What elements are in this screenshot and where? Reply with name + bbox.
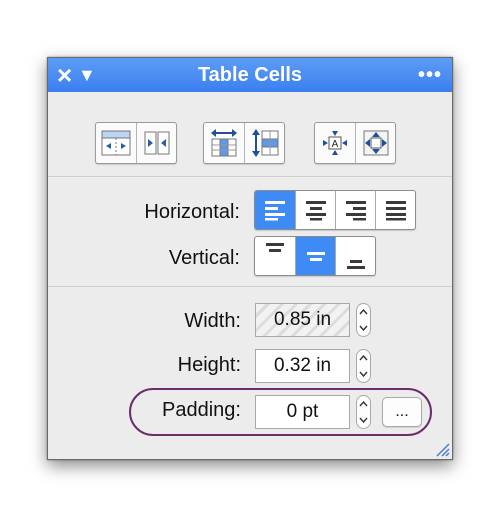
align-bottom-button[interactable] [335, 237, 375, 275]
title-bar: × ▼ Table Cells ••• [48, 58, 452, 92]
more-options-button[interactable]: ••• [418, 58, 442, 92]
fit-to-cell-button[interactable] [355, 123, 395, 163]
panel-title: Table Cells [197, 64, 303, 86]
merge-columns-button[interactable] [136, 123, 176, 163]
height-stepper[interactable] [356, 349, 371, 383]
align-top-button[interactable] [255, 237, 295, 275]
distribute-rows-icon [251, 129, 278, 157]
align-bottom-icon [346, 260, 365, 269]
insert-column-button[interactable] [96, 123, 136, 163]
toolbar-group-fit: A [314, 122, 396, 164]
merge-columns-icon [144, 131, 169, 155]
chevron-down-icon [359, 325, 368, 331]
insert-column-icon [101, 130, 131, 156]
justify-icon [385, 201, 406, 221]
distribute-columns-icon [211, 129, 237, 157]
chevron-down-icon [359, 371, 368, 377]
distribute-columns-button[interactable] [204, 123, 244, 163]
horizontal-alignment-control [254, 190, 416, 230]
fit-to-cell-icon [363, 130, 388, 156]
chevron-up-icon [359, 309, 368, 315]
fit-to-content-icon: A [323, 131, 347, 155]
toolbar-group-distribute [203, 122, 285, 164]
divider [48, 176, 452, 177]
align-middle-icon [306, 252, 325, 261]
align-center-button[interactable] [295, 191, 335, 229]
more-icon: ••• [417, 63, 442, 86]
align-left-button[interactable] [255, 191, 295, 229]
height-field[interactable]: 0.32 in [255, 349, 350, 383]
align-right-icon [345, 201, 366, 221]
height-label: Height: [177, 354, 241, 376]
vertical-label: Vertical: [168, 247, 240, 269]
width-stepper[interactable] [356, 303, 371, 337]
align-left-icon [265, 201, 285, 221]
distribute-rows-button[interactable] [244, 123, 284, 163]
vertical-alignment-control [254, 236, 376, 276]
divider [48, 286, 452, 287]
resize-handle-icon[interactable] [434, 441, 450, 457]
fit-to-content-button[interactable]: A [315, 123, 355, 163]
svg-text:A: A [332, 139, 339, 150]
align-top-icon [266, 243, 284, 252]
toolbar-group-insert [95, 122, 177, 164]
width-field[interactable]: 0.85 in [255, 303, 350, 337]
horizontal-label: Horizontal: [144, 201, 240, 223]
justify-button[interactable] [375, 191, 415, 229]
align-center-icon [305, 201, 326, 221]
align-right-button[interactable] [335, 191, 375, 229]
chevron-up-icon [359, 355, 368, 361]
padding-highlight-annotation [129, 388, 432, 436]
width-label: Width: [184, 310, 241, 332]
align-middle-button[interactable] [295, 237, 335, 275]
